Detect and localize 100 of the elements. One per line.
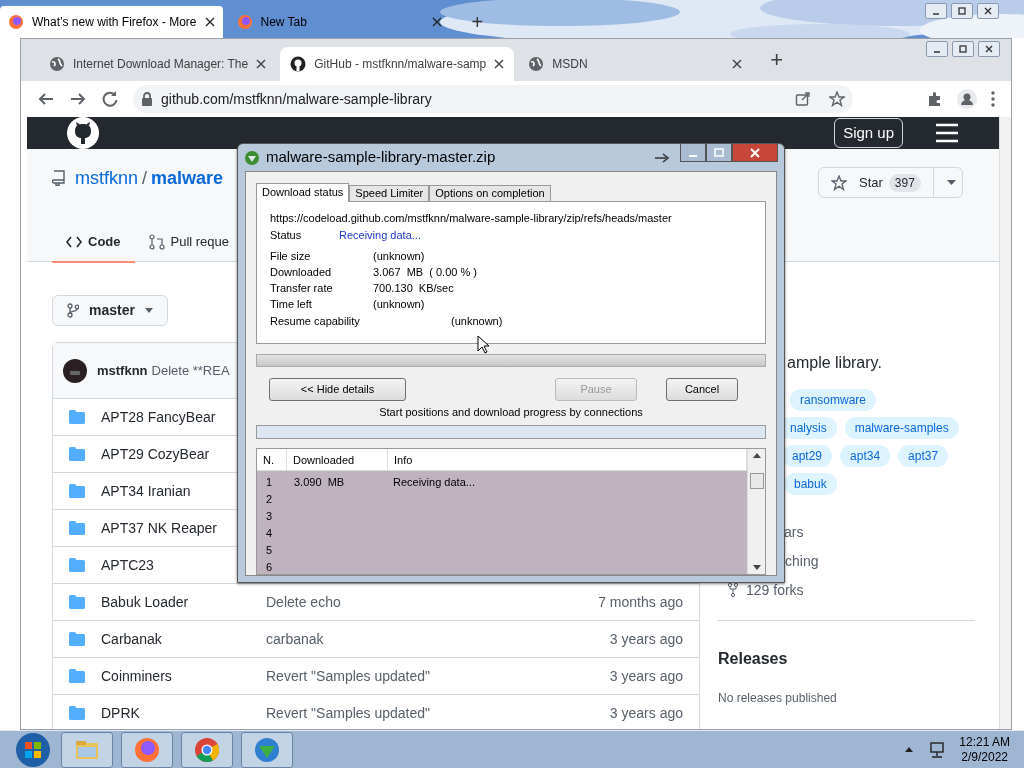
browser-tab[interactable]: Internet Download Manager: The [39, 47, 277, 81]
column-header[interactable]: N. [257, 448, 287, 470]
star-button[interactable]: Star 397 [818, 167, 963, 198]
field-label: Status [270, 228, 303, 243]
firefox-icon [236, 14, 253, 30]
browser-tab[interactable]: New Tab [228, 6, 450, 38]
close-icon[interactable] [256, 59, 267, 69]
maximize-button[interactable] [951, 3, 973, 19]
repo-description: ample library. [787, 353, 882, 373]
caret-icon [144, 308, 153, 313]
close-button[interactable] [732, 143, 778, 162]
close-icon[interactable] [494, 59, 505, 69]
commit-message[interactable]: Delete echo [266, 591, 341, 613]
status-value: Receiving data... [339, 228, 421, 243]
close-icon[interactable] [732, 59, 743, 69]
table-cell-text: Receiving data... [392, 474, 475, 490]
column-header[interactable]: Downloaded [287, 448, 388, 470]
topic-tag[interactable]: malware-samples [844, 417, 959, 439]
browser-tab[interactable]: GitHub - mstfknn/malware-samp [280, 47, 515, 81]
network-icon[interactable] [929, 741, 946, 758]
dialog-tab[interactable]: Options on completion [429, 185, 551, 201]
table-cell-text: 4 [265, 525, 274, 541]
table-cell-text: 6 [265, 559, 274, 574]
menu-icon[interactable] [935, 123, 959, 143]
table-cell-text: 5 [265, 542, 274, 558]
scroll-up-icon[interactable] [752, 452, 761, 458]
star-icon[interactable] [829, 91, 845, 107]
commit-message[interactable]: carbanak [266, 628, 324, 650]
topic-tag[interactable]: babuk [784, 473, 837, 495]
repo-link[interactable]: malware [151, 169, 224, 187]
field-value: 700.130 KB/sec [373, 281, 454, 296]
repo-tab[interactable]: Code [52, 223, 135, 263]
scroll-down-icon[interactable] [752, 564, 761, 570]
file-name[interactable]: Coinminers [101, 665, 266, 687]
clock-time[interactable]: 12:21 AM [959, 734, 1010, 750]
maximize-icon [958, 44, 968, 54]
start-button-icon[interactable] [15, 731, 51, 768]
minimize-button[interactable] [926, 41, 948, 57]
table-cell-text: 1 [265, 474, 274, 490]
topic-tag[interactable]: apt34 [840, 445, 891, 467]
commit-author[interactable]: mstfknn [97, 360, 148, 381]
caret-icon[interactable] [946, 180, 956, 185]
new-tab-button[interactable]: + [770, 49, 784, 71]
file-name[interactable]: Carbanak [101, 628, 266, 650]
sign-up-button[interactable]: Sign up [834, 118, 903, 148]
empty-state-text: No releases published [718, 690, 838, 707]
download-url: https://codeload.github.com/mstfknn/malware-sample-library/zip/refs/heads/master [270, 211, 673, 226]
clock-date[interactable]: 2/9/2022 [961, 749, 1008, 765]
dialog-tab[interactable]: Speed Limiter [349, 185, 430, 201]
dialog-tab[interactable]: Download status [256, 183, 350, 202]
field-value: (unknown) [451, 314, 503, 329]
topic-tag[interactable]: apt29 [782, 445, 833, 467]
close-icon[interactable] [431, 17, 442, 27]
maximize-button[interactable] [706, 143, 732, 162]
scrollbar[interactable] [999, 117, 1011, 729]
minimize-button[interactable] [925, 3, 947, 19]
close-button[interactable] [978, 41, 1000, 57]
commit-message[interactable]: Delete **REA [151, 360, 230, 381]
branch-button[interactable]: master [52, 295, 168, 326]
folder-icon [69, 521, 85, 535]
close-icon[interactable] [204, 17, 215, 27]
topic-tag[interactable]: apt37 [898, 445, 949, 467]
commit-message[interactable]: Revert "Samples updated" [266, 702, 431, 724]
taskbar-button[interactable] [241, 731, 293, 768]
new-tab-button[interactable]: + [471, 12, 484, 32]
dialog-button[interactable]: Cancel [666, 378, 738, 401]
download-app-icon [253, 735, 281, 764]
star-icon [831, 174, 847, 191]
pull-request-icon [148, 234, 165, 250]
scroll-thumb[interactable] [749, 473, 764, 489]
section-label: Start positions and download progress by connections [379, 405, 643, 420]
commit-message[interactable]: Revert "Samples updated" [266, 665, 431, 687]
show-hidden-icons-icon[interactable] [905, 747, 914, 752]
chrome-icon [193, 735, 221, 764]
browser-tab[interactable]: What’s new with Firefox - More [0, 6, 223, 38]
share-icon[interactable] [795, 91, 811, 107]
taskbar-button[interactable] [61, 731, 113, 768]
file-name[interactable]: DPRK [101, 702, 266, 724]
maximize-button[interactable] [952, 41, 974, 57]
file-name[interactable]: Babuk Loader [101, 591, 266, 613]
folder-icon [69, 447, 85, 461]
table-cell-text: 3.090 MB [293, 474, 346, 490]
reload-icon[interactable] [101, 90, 119, 108]
taskbar-button[interactable] [121, 731, 173, 768]
commit-time: 7 months ago [598, 592, 683, 612]
dialog-button[interactable]: << Hide details [269, 378, 406, 401]
address-bar[interactable]: github.com/mstfknn/malware-sample-library [133, 85, 853, 113]
topic-tag[interactable]: ransomware [790, 389, 877, 411]
owner-link[interactable]: mstfknn [75, 169, 139, 187]
repo-stat: ching [785, 552, 819, 570]
browser-tab[interactable]: MSDN [518, 47, 753, 81]
github-logo-icon[interactable] [67, 117, 99, 149]
menu-icon[interactable] [991, 91, 995, 107]
scrollbar[interactable] [747, 448, 765, 574]
firefox-icon [8, 14, 24, 30]
profile-icon[interactable] [957, 89, 977, 109]
minimize-button[interactable] [680, 143, 706, 162]
puzzle-icon[interactable] [927, 91, 943, 107]
taskbar-button[interactable] [181, 731, 233, 768]
close-button[interactable] [977, 3, 999, 19]
